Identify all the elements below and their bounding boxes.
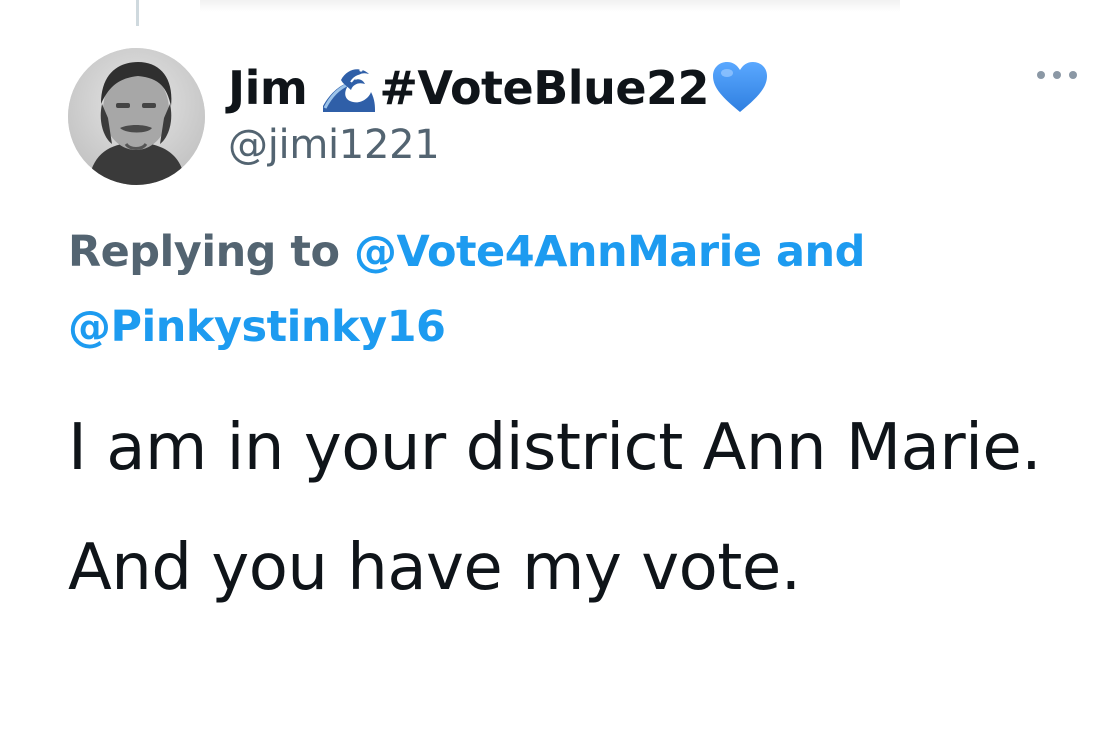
reply-mention-link[interactable]: @Pinkystinky16	[68, 302, 446, 352]
author-display-name[interactable]: Jim	[228, 61, 308, 115]
tweet-header: Jim #VoteBlue22 @jimi1221	[228, 60, 1028, 168]
avatar-photo	[68, 48, 205, 185]
replying-to-line: Replying to @Vote4AnnMarie and @Pinkysti…	[68, 215, 1048, 365]
previous-tweet-edge	[200, 0, 900, 12]
more-options-icon[interactable]	[1034, 66, 1080, 79]
author-name-hashtag[interactable]: #VoteBlue22	[379, 61, 709, 115]
reply-mention-link[interactable]: @Vote4AnnMarie	[354, 227, 762, 277]
blue-heart-icon	[711, 60, 769, 116]
replying-to-prefix: Replying to	[68, 227, 340, 277]
thread-connector-line	[136, 0, 139, 26]
author-handle[interactable]: @jimi1221	[228, 122, 1028, 168]
avatar[interactable]	[68, 48, 205, 185]
reply-mention-joiner: and	[776, 227, 865, 277]
author-name-line[interactable]: Jim #VoteBlue22	[228, 60, 1028, 116]
wave-icon	[321, 62, 377, 114]
tweet-text: I am in your district Ann Marie. And you…	[68, 411, 1042, 605]
